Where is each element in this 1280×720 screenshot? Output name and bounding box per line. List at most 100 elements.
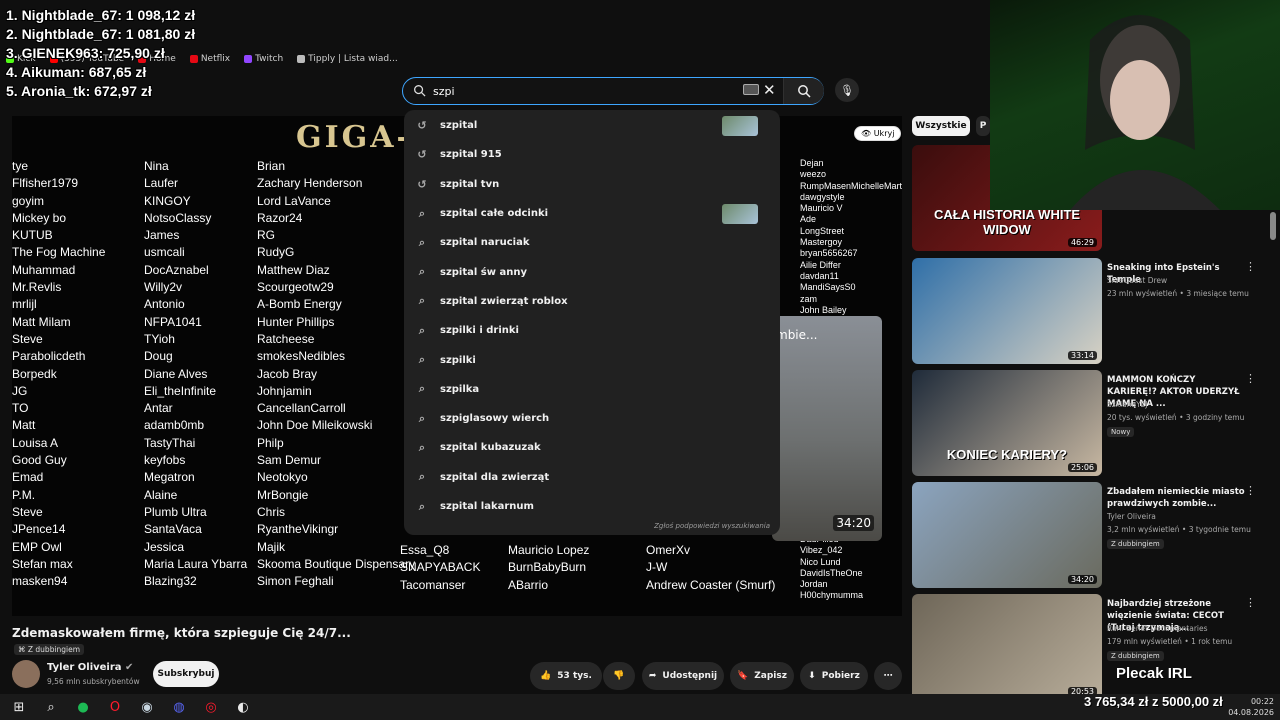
credit-name: Hunter Phillips [257, 314, 335, 329]
dubbing-label: Z dubbingiem [27, 645, 81, 654]
suggestion-item[interactable]: ↺ szpital 915 [404, 140, 780, 169]
suggestion-text: szpital lakarnum [440, 501, 534, 512]
credit-name: Skooma Boutique Dispensary [257, 556, 416, 571]
credit-name: NFPA1041 [144, 314, 202, 329]
suggestion-thumbnail [722, 115, 758, 136]
recommended-channel[interactable]: SideQuest Drew [1107, 276, 1167, 285]
credit-name: KINGOY [144, 193, 191, 208]
suggestion-item[interactable]: ⌕ szpiglasowy wierch [404, 404, 780, 433]
credit-name: Nina [144, 159, 169, 173]
goal-amount: 3 765,34 zł z 5000,00 zł [1084, 694, 1223, 709]
search-icon: ⌕ [418, 353, 426, 367]
suggestion-item[interactable]: ⌕ szpital całe odcinki [404, 199, 780, 228]
credit-name: Sam Demur [257, 453, 322, 468]
credits-column: DadPilledVibez_042Nico LundDavidIsTheOne… [800, 534, 863, 602]
credit-name: Zachary Henderson [257, 176, 363, 191]
suggestion-item[interactable]: ⌕ szpital kubazuzak [404, 433, 780, 462]
more-options-icon[interactable]: ⋮ [1245, 484, 1256, 497]
like-button[interactable]: 👍 53 tys. [530, 662, 602, 690]
more-options-icon[interactable]: ⋮ [1245, 260, 1256, 273]
start-icon[interactable]: ⊞ [6, 694, 32, 720]
hide-button[interactable]: 👁 Ukryj [854, 126, 902, 141]
credit-name: Good Guy [12, 453, 67, 468]
credit-name: Laufer [144, 176, 179, 191]
search-button[interactable] [783, 78, 824, 104]
search-icon[interactable]: ⌕ [38, 694, 64, 720]
spotify-icon[interactable]: ● [70, 694, 96, 720]
recommended-thumbnail[interactable]: 33:14 [912, 258, 1102, 364]
discord-icon[interactable]: ◍ [166, 694, 192, 720]
inset-video-thumbnail[interactable]: mbie... 34:20 [772, 316, 882, 541]
suggestion-text: szpital 915 [440, 149, 502, 161]
suggestion-item[interactable]: ⌕ szpilka [404, 375, 780, 404]
recommended-title[interactable]: Zbadałem niemieckie miasto prawdziwych z… [1107, 486, 1247, 510]
search-icon: ⌕ [418, 499, 426, 513]
sidebar-scrollbar[interactable] [1270, 212, 1276, 240]
chip-all[interactable]: Wszystkie [912, 116, 970, 136]
credits-column: Dejan weezo RumpMasenMichelleMart dawgystyl… [800, 158, 902, 316]
leaderboard-entry: 1. Nightblade_67: 1 098,12 zł [6, 7, 196, 23]
credit-name: Ratcheese [257, 331, 315, 346]
credit-name: adamb0mb [144, 418, 205, 433]
like-count: 53 tys. [557, 671, 592, 681]
keyboard-icon[interactable] [743, 84, 759, 95]
suggestion-item[interactable]: ⌕ szpital lakarnum [404, 492, 780, 521]
recommended-channel[interactable]: Ruhi Cenet Documentaries [1107, 624, 1208, 633]
opera-gx-icon[interactable]: ◎ [198, 694, 224, 720]
credit-name: Flfisher1979 [12, 176, 79, 191]
bookmark-item[interactable]: Tipply | Lista wiad... [297, 50, 398, 68]
subscribe-button[interactable]: Subskrybuj [153, 661, 219, 687]
search-box[interactable]: szpi ✕ [402, 77, 824, 105]
suggestion-text: szpital [440, 120, 478, 132]
credit-name: Dejan [800, 158, 824, 168]
suggestion-item[interactable]: ⌕ szpilki [404, 345, 780, 374]
subscriber-count: 9,56 mln subskrybentów [47, 677, 140, 686]
bookmark-icon [297, 55, 306, 63]
report-suggestions-link[interactable]: Zgłoś podpowiedzi wyszukiwania [654, 522, 770, 530]
channel-name-text: Tyler Oliveira [47, 662, 122, 673]
recommended-channel[interactable]: SzklanaY2J [1107, 400, 1148, 409]
more-options-icon[interactable]: ⋮ [1245, 372, 1256, 385]
suggestion-item[interactable]: ⌕ szpilki i drinki [404, 316, 780, 345]
more-actions-button[interactable]: ⋯ [874, 662, 902, 690]
download-button[interactable]: ⬇ Pobierz [800, 662, 868, 690]
suggestion-item[interactable]: ⌕ szpital św anny [404, 257, 780, 286]
chip-partial[interactable]: P [976, 116, 990, 136]
suggestion-item[interactable]: ⌕ szpital naruciak [404, 228, 780, 257]
channel-name[interactable]: Tyler Oliveira ✔ [47, 662, 133, 673]
dislike-button[interactable]: 👎 [603, 662, 635, 690]
recommended-thumbnail[interactable]: 34:20 [912, 482, 1102, 588]
more-options-icon[interactable]: ⋮ [1245, 596, 1256, 609]
clear-icon[interactable]: ✕ [763, 81, 776, 99]
opera-icon[interactable]: O [102, 694, 128, 720]
suggestion-item[interactable]: ↺ szpital tvn [404, 170, 780, 199]
suggestion-item[interactable]: ⌕ szpital dla zwierząt [404, 463, 780, 492]
steam-icon[interactable]: ◉ [134, 694, 160, 720]
credit-name: John Bailey [800, 304, 847, 315]
recommended-thumbnail[interactable]: KONIEC KARIERY? 25:06 [912, 370, 1102, 476]
credit-name: Mauricio Lopez [508, 543, 590, 557]
credit-name: BurnBabyBurn [508, 560, 587, 575]
suggestion-item[interactable]: ↺ szpital [404, 111, 780, 140]
chrome-icon[interactable]: ◐ [230, 694, 256, 720]
recommended-channel[interactable]: Tyler Oliveira [1107, 512, 1156, 521]
credit-name: KUTUB [12, 228, 53, 243]
search-input[interactable]: szpi [433, 85, 455, 98]
credit-name: Matt [12, 418, 36, 433]
credit-name: dawgystyle [800, 191, 845, 202]
webcam-overlay [990, 0, 1280, 210]
recommended-meta: 23 mln wyświetleń • 3 miesiące temu [1107, 289, 1249, 298]
save-button[interactable]: 🔖 Zapisz [730, 662, 794, 690]
credit-name: Emad [12, 470, 44, 485]
hide-button-label: Ukryj [873, 129, 895, 138]
inset-title: mbie... [776, 328, 818, 342]
voice-search-button[interactable]: 🎙 [835, 78, 859, 102]
channel-avatar[interactable] [12, 660, 40, 688]
credit-name: RudyG [257, 245, 295, 260]
share-button[interactable]: ➦ Udostępnij [642, 662, 724, 690]
bookmark-item[interactable]: Netflix [189, 50, 230, 68]
bookmark-item[interactable]: Twitch [244, 50, 283, 68]
history-icon: ↺ [417, 148, 427, 162]
recommended-thumbnail[interactable]: 20:53 [912, 594, 1102, 700]
suggestion-item[interactable]: ⌕ szpital zwierząt roblox [404, 287, 780, 316]
